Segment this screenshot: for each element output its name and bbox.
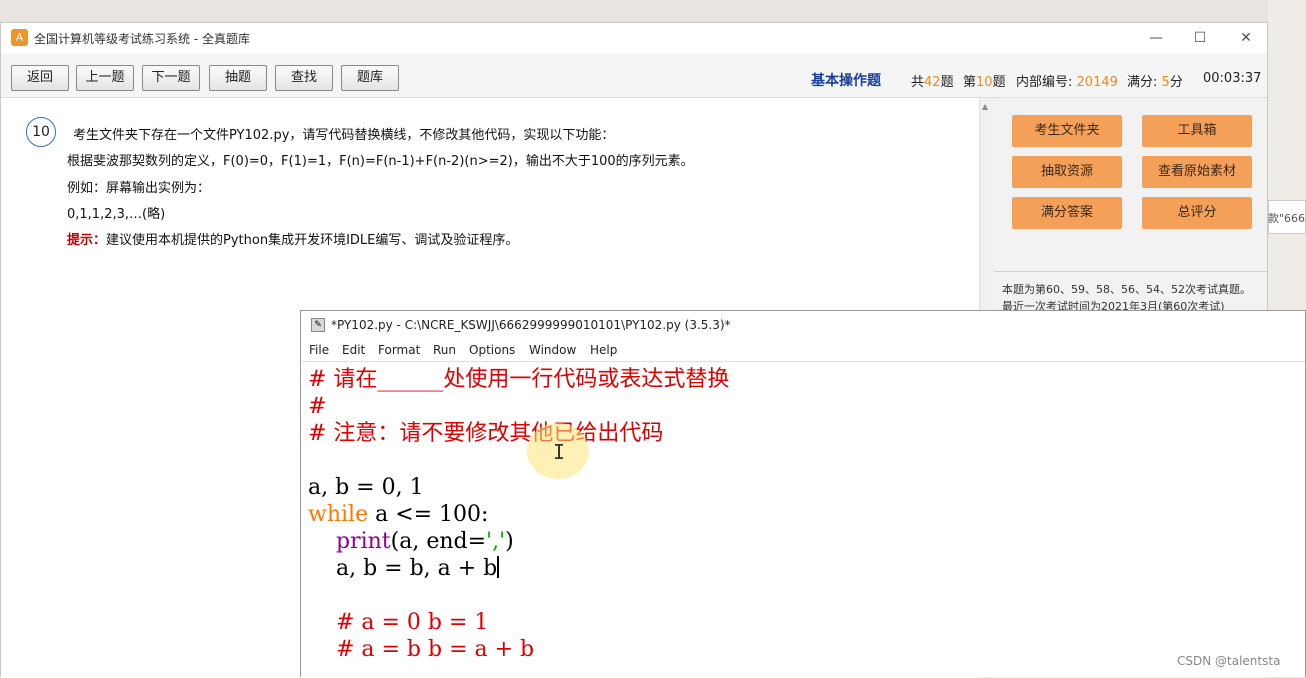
search-button[interactable]: 查找 [275, 65, 333, 91]
code-editor[interactable]: # 请在______处使用一行代码或表达式替换 # # 注意：请不要修改其他已给… [301, 361, 1305, 677]
toolbar: 返回 上一题 下一题 抽题 查找 题库 基本操作题 共42题 第10题 内部编号… [1, 53, 1267, 98]
window-title: 全国计算机等级考试练习系统 - 全真题库 [34, 32, 250, 46]
close-icon[interactable]: ✕ [1231, 27, 1261, 49]
menu-format[interactable]: Format [378, 343, 420, 357]
code-line-8: a, b = b, a + b [308, 556, 500, 581]
maximize-icon[interactable]: ☐ [1185, 27, 1215, 49]
full-score-info: 满分: 5分 [1127, 75, 1183, 90]
view-original-material-button[interactable]: 查看原始素材 [1142, 156, 1252, 188]
question-line-4: 0,1,1,2,3,…(略) [67, 207, 166, 222]
full-score-answer-button[interactable]: 满分答案 [1012, 197, 1122, 229]
previous-question-button[interactable]: 上一题 [76, 65, 134, 91]
next-question-button[interactable]: 下一题 [142, 65, 200, 91]
full-score: 5 [1161, 75, 1170, 90]
idle-menubar: File Edit Format Run Options Window Help [301, 339, 1305, 361]
exam-titlebar: A 全国计算机等级考试练习系统 - 全真题库 — ☐ ✕ [1, 23, 1267, 53]
minimize-icon[interactable]: — [1141, 27, 1171, 49]
current-question-info: 第10题 [963, 75, 1006, 90]
question-hint: 提示：建议使用本机提供的Python集成开发环境IDLE编写、调试及验证程序。 [67, 229, 518, 248]
toolbox-button[interactable]: 工具箱 [1142, 115, 1252, 147]
menu-run[interactable]: Run [433, 343, 456, 357]
desktop-background [0, 0, 1306, 22]
hint-text: 建议使用本机提供的Python集成开发环境IDLE编写、调试及验证程序。 [106, 233, 519, 248]
question-bank-button[interactable]: 题库 [341, 65, 399, 91]
menu-file[interactable]: File [309, 343, 329, 357]
code-line-11: # a = b b = a + b [308, 637, 535, 662]
scroll-up-icon[interactable]: ▲ [982, 102, 988, 111]
watermark: CSDN @talentsta [1177, 654, 1281, 668]
question-line-1: 考生文件夹下存在一个文件PY102.py，请写代码替换横线，不修改其他代码，实现… [73, 128, 615, 143]
total-count: 42 [924, 75, 941, 90]
extract-resources-button[interactable]: 抽取资源 [1012, 156, 1122, 188]
question-line-3: 例如：屏幕输出实例为： [67, 181, 211, 196]
back-button[interactable]: 返回 [11, 65, 69, 91]
code-line-2: # [308, 394, 327, 419]
background-window-text: 款"6662 [1268, 212, 1306, 225]
internal-id: 20149 [1076, 75, 1118, 90]
idle-window-title: *PY102.py - C:\NCRE_KSWJJ\66629999990101… [331, 318, 731, 332]
question-type: 基本操作题 [811, 73, 881, 89]
code-line-6: while a <= 100: [308, 502, 489, 527]
menu-options[interactable]: Options [469, 343, 515, 357]
hint-label: 提示： [67, 233, 107, 248]
text-cursor [497, 556, 500, 578]
ibeam-cursor-icon: I [553, 440, 566, 464]
code-line-7: print(a, end=',') [335, 529, 514, 554]
menu-window[interactable]: Window [529, 343, 576, 357]
python-file-icon: ✎ [311, 318, 325, 332]
idle-titlebar: ✎ *PY102.py - C:\NCRE_KSWJJ\666299999901… [301, 311, 1305, 339]
app-logo-icon: A [11, 29, 28, 46]
menu-help[interactable]: Help [590, 343, 617, 357]
menu-edit[interactable]: Edit [342, 343, 365, 357]
question-line-2: 根据斐波那契数列的定义，F(0)=0，F(1)=1，F(n)=F(n-1)+F(… [67, 154, 694, 169]
total-score-button[interactable]: 总评分 [1142, 197, 1252, 229]
question-count-info: 共42题 [911, 75, 954, 90]
draw-question-button[interactable]: 抽题 [209, 65, 267, 91]
code-line-10: # a = 0 b = 1 [308, 610, 489, 635]
candidate-folder-button[interactable]: 考生文件夹 [1012, 115, 1122, 147]
idle-editor-window: ✎ *PY102.py - C:\NCRE_KSWJJ\666299999901… [300, 310, 1306, 677]
code-line-3: # 注意：请不要修改其他已给出代码 [308, 421, 664, 446]
side-divider [994, 271, 1267, 272]
internal-id-info: 内部编号: 20149 [1016, 75, 1118, 90]
timer: 00:03:37 [1203, 71, 1262, 86]
code-line-1: # 请在______处使用一行代码或表达式替换 [308, 367, 730, 392]
question-number-badge: 10 [26, 117, 56, 147]
current-index: 10 [976, 75, 993, 90]
code-line-5: a, b = 0, 1 [308, 475, 424, 500]
